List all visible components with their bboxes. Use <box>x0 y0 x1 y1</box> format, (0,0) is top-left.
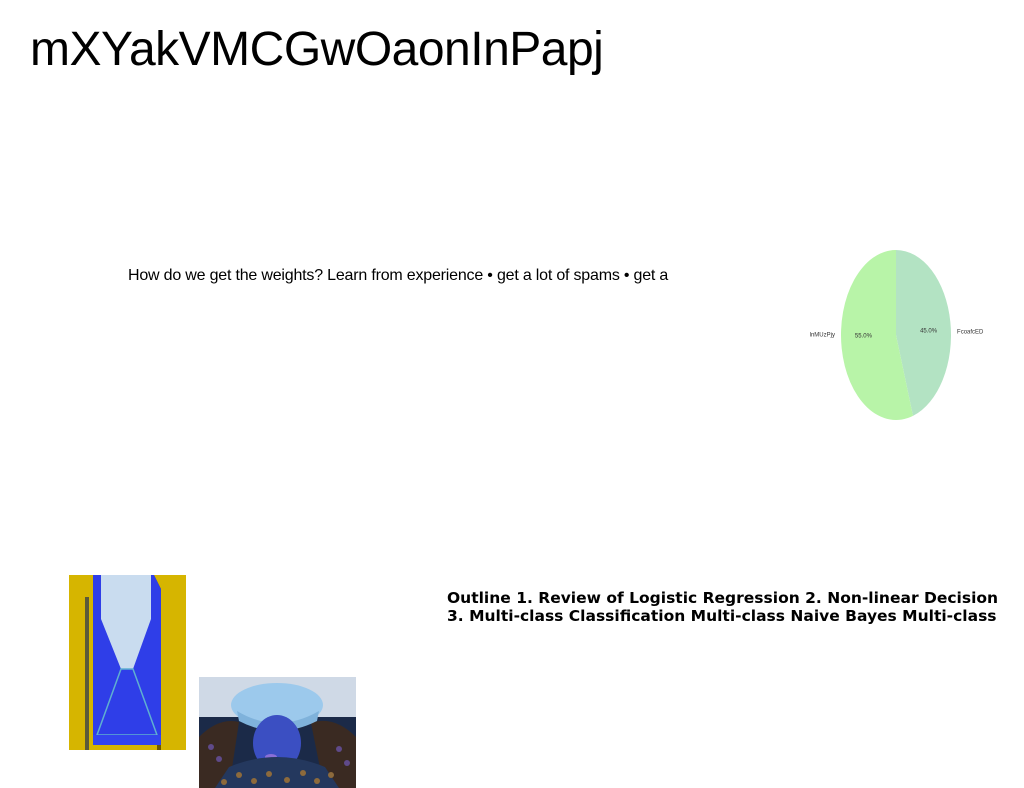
pie-percent-label-1: 55.0% <box>855 333 873 339</box>
pie-chart: 45.0% FcoafcED 55.0% lnMUzPjy <box>800 240 1000 430</box>
person-image <box>199 677 356 788</box>
bottle-image <box>69 575 186 750</box>
slide-title: mXYakVMCGwOaonInPapj <box>30 23 604 76</box>
pie-percent-label-0: 45.0% <box>920 329 938 335</box>
bottle-illustration <box>69 575 186 750</box>
person-photo <box>199 677 356 788</box>
weights-text: How do we get the weights? Learn from ex… <box>128 267 669 284</box>
pie-category-label-0: FcoafcED <box>957 330 984 336</box>
pie-category-label-1: lnMUzPjy <box>810 332 835 338</box>
pie-chart-svg: 45.0% FcoafcED 55.0% lnMUzPjy <box>810 250 984 420</box>
outline-line-2: 3. Multi-class Classification Multi-clas… <box>447 607 997 625</box>
outline-line-1: Outline 1. Review of Logistic Regression… <box>447 589 999 607</box>
outline-text: Outline 1. Review of Logistic Regression… <box>447 589 1017 625</box>
